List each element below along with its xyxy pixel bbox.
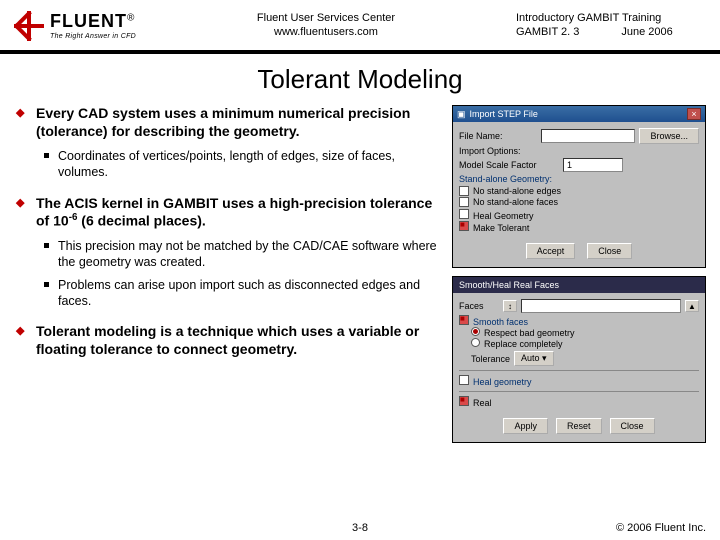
bullet-1-sub-1: Coordinates of vertices/points, length o…: [36, 148, 446, 181]
logo-tagline: The Right Answer in CFD: [50, 33, 136, 40]
import-step-dialog: ▣ Import STEP File × File Name: Browse..…: [452, 105, 706, 268]
slide-title: Tolerant Modeling: [0, 64, 720, 95]
radio-on-icon[interactable]: [471, 327, 480, 336]
real-label: Real: [473, 398, 492, 408]
checkbox-icon[interactable]: [459, 186, 469, 196]
respect-bad-geom-option: Respect bad geometry: [484, 328, 575, 338]
checkbox-icon[interactable]: [459, 197, 469, 207]
accept-button[interactable]: Accept: [526, 243, 576, 259]
import-dialog-titlebar[interactable]: ▣ Import STEP File ×: [453, 106, 705, 122]
scale-factor-label: Model Scale Factor: [459, 160, 559, 170]
smooth-faces-header: Smooth faces: [473, 317, 528, 327]
checkbox-icon[interactable]: [459, 375, 469, 385]
heal-geometry-option: Heal Geometry: [473, 211, 534, 221]
close-icon[interactable]: ×: [687, 108, 701, 120]
fluent-logo-icon: [14, 11, 44, 41]
bullet-1: Every CAD system uses a minimum numerica…: [16, 105, 446, 181]
faces-up-icon[interactable]: ▲: [685, 300, 699, 312]
sa-faces-option: No stand-alone faces: [473, 197, 558, 207]
fluent-logo: FLUENT® The Right Answer in CFD: [14, 11, 136, 41]
apply-button[interactable]: Apply: [503, 418, 548, 434]
make-tolerant-option: Make Tolerant: [473, 223, 529, 233]
bullet-3: Tolerant modeling is a technique which u…: [16, 323, 446, 358]
header-right: Introductory GAMBIT Training GAMBIT 2. 3…: [516, 12, 706, 40]
checkbox-checked-icon[interactable]: [459, 315, 469, 325]
tolerance-label: Tolerance: [471, 354, 510, 364]
bullet-2-sub-2: Problems can arise upon import such as d…: [36, 277, 446, 310]
close-button[interactable]: Close: [610, 418, 655, 434]
dialog-column: ▣ Import STEP File × File Name: Browse..…: [446, 105, 706, 451]
faces-label: Faces: [459, 301, 499, 311]
page-number: 3-8: [352, 522, 368, 534]
tolerance-mode-dropdown[interactable]: Auto ▾: [514, 351, 554, 366]
standalone-geometry-header: Stand-alone Geometry:: [459, 174, 699, 184]
course-title: Introductory GAMBIT Training: [516, 12, 706, 26]
bullet-2-sub-1: This precision may not be matched by the…: [36, 238, 446, 271]
smooth-heal-titlebar[interactable]: Smooth/Heal Real Faces: [453, 277, 705, 293]
import-options-label: Import Options:: [459, 146, 537, 156]
header-center: Fluent User Services Center www.fluentus…: [136, 12, 516, 40]
faces-input[interactable]: [521, 299, 681, 313]
services-center-url: www.fluentusers.com: [136, 26, 516, 40]
product-version: GAMBIT 2. 3: [516, 26, 579, 40]
course-date: June 2006: [621, 26, 672, 40]
file-name-input[interactable]: [541, 129, 635, 143]
services-center-label: Fluent User Services Center: [136, 12, 516, 26]
checkbox-icon[interactable]: [459, 209, 469, 219]
reset-button[interactable]: Reset: [556, 418, 602, 434]
radio-icon[interactable]: [471, 338, 480, 347]
header-rule: [0, 50, 720, 54]
smooth-heal-dialog: Smooth/Heal Real Faces Faces ↕ ▲ Smooth …: [452, 276, 706, 443]
replace-completely-option: Replace completely: [484, 339, 563, 349]
scale-factor-input[interactable]: 1: [563, 158, 623, 172]
browse-button[interactable]: Browse...: [639, 128, 699, 144]
body-text-column: Every CAD system uses a minimum numerica…: [16, 105, 446, 451]
heal-geometry-header: Heal geometry: [473, 377, 532, 387]
bullet-2: The ACIS kernel in GAMBIT uses a high-pr…: [16, 195, 446, 310]
slide-footer: 3-8 © 2006 Fluent Inc.: [0, 522, 720, 534]
sa-edges-option: No stand-alone edges: [473, 186, 561, 196]
checkbox-checked-icon[interactable]: [459, 221, 469, 231]
registered-mark: ®: [127, 13, 134, 24]
faces-picker-icon[interactable]: ↕: [503, 300, 517, 312]
close-button[interactable]: Close: [587, 243, 632, 259]
file-name-label: File Name:: [459, 131, 537, 141]
checkbox-checked-icon[interactable]: [459, 396, 469, 406]
window-icon: ▣: [457, 109, 466, 120]
copyright-label: © 2006 Fluent Inc.: [616, 522, 706, 534]
logo-wordmark: FLUENT: [50, 11, 127, 31]
slide-header: FLUENT® The Right Answer in CFD Fluent U…: [0, 0, 720, 50]
import-dialog-title: Import STEP File: [470, 109, 538, 119]
